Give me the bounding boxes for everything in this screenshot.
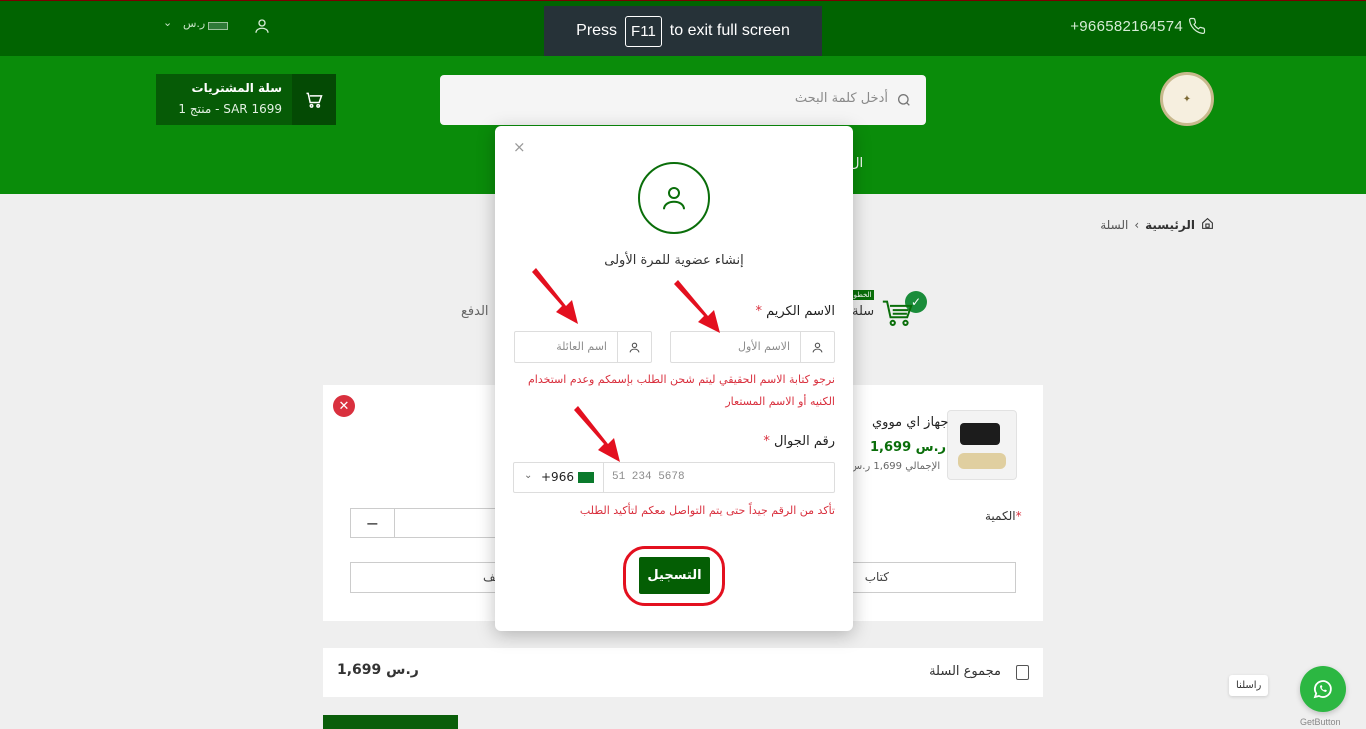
phone-input[interactable]: 51 234 5678 bbox=[612, 471, 685, 483]
annotation-arrow-icon bbox=[532, 268, 578, 324]
user-icon bbox=[617, 332, 651, 362]
user-icon bbox=[800, 332, 834, 362]
register-modal: × إنشاء عضوية للمرة الأولى * الاسم الكري… bbox=[495, 126, 853, 631]
user-avatar-icon bbox=[638, 162, 710, 234]
required-mark: * bbox=[755, 304, 762, 319]
close-icon[interactable]: × bbox=[513, 138, 526, 156]
phone-field[interactable]: ⌄ +966 51 234 5678 bbox=[513, 462, 835, 493]
last-name-field[interactable]: اسم العائلة bbox=[514, 331, 652, 363]
register-submit-button[interactable]: التسجيل bbox=[639, 557, 710, 594]
name-label-text: الاسم الكريم bbox=[766, 304, 835, 319]
phone-hint: تأكد من الرقم جيداً حتى يتم التواصل معكم… bbox=[579, 504, 835, 517]
country-code: +966 bbox=[541, 470, 574, 484]
phone-label: * رقم الجوال bbox=[763, 434, 835, 449]
name-label: * الاسم الكريم bbox=[755, 304, 835, 319]
last-name-input[interactable]: اسم العائلة bbox=[556, 340, 607, 353]
first-name-input[interactable]: الاسم الأول bbox=[738, 340, 790, 353]
country-code-select[interactable]: ⌄ +966 bbox=[514, 463, 604, 492]
chevron-down-icon[interactable]: ⌄ bbox=[524, 470, 532, 481]
annotation-arrow-icon bbox=[574, 406, 620, 462]
name-hint: نرجو كتابة الاسم الحقيقي ليتم شحن الطلب … bbox=[528, 373, 835, 408]
saudi-flag-icon bbox=[578, 472, 594, 483]
phone-label-text: رقم الجوال bbox=[773, 434, 835, 449]
required-mark: * bbox=[763, 434, 770, 449]
annotation-arrow-icon bbox=[674, 280, 720, 333]
